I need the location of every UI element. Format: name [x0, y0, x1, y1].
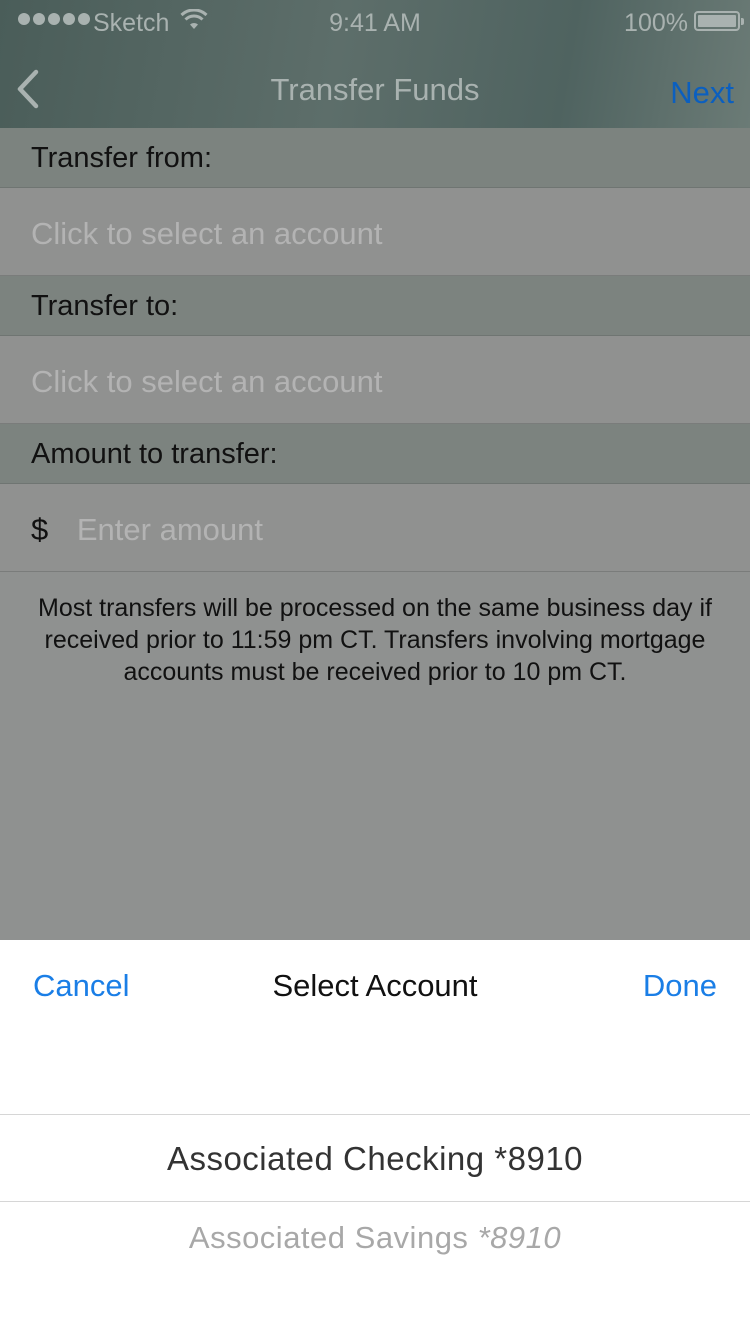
page-title: Transfer Funds — [270, 72, 480, 107]
transfer-from-header: Transfer from: — [0, 128, 750, 188]
transfer-from-placeholder: Click to select an account — [31, 216, 383, 251]
option-name: Associated Checking — [166, 1140, 485, 1177]
battery-percentage: 100% — [624, 9, 688, 37]
picker-option-checking[interactable]: Associated Checking *8910 — [0, 1140, 750, 1178]
transfer-from-selector[interactable]: Click to select an account — [0, 188, 750, 276]
transfer-to-label: Transfer to: — [31, 290, 179, 322]
status-bar: Sketch 9:41 AM 100% — [0, 0, 750, 44]
amount-input-placeholder: Enter amount — [76, 512, 263, 547]
done-button[interactable]: Done — [643, 968, 717, 1004]
option-number: *8910 — [494, 1140, 584, 1177]
header: Sketch 9:41 AM 100% Transfer Funds Next — [0, 0, 750, 128]
picker-selection-top-line — [0, 1114, 750, 1115]
option-number: *8910 — [477, 1220, 562, 1255]
amount-label: Amount to transfer: — [31, 438, 278, 470]
transfer-to-placeholder: Click to select an account — [31, 364, 383, 399]
picker-option-savings[interactable]: Associated Savings *8910 — [0, 1220, 750, 1256]
picker-selection-bottom-line — [0, 1201, 750, 1202]
transfer-to-header: Transfer to: — [0, 276, 750, 336]
battery-icon — [694, 11, 744, 31]
transfer-notice: Most transfers will be processed on the … — [38, 594, 712, 686]
picker-title: Select Account — [272, 968, 478, 1003]
option-name: Associated Savings — [188, 1220, 469, 1255]
amount-field[interactable]: $ Enter amount — [0, 484, 750, 572]
amount-header: Amount to transfer: — [0, 424, 750, 484]
currency-symbol: $ — [31, 512, 49, 547]
next-button[interactable]: Next — [670, 75, 734, 111]
transfer-from-label: Transfer from: — [31, 142, 213, 174]
transfer-to-selector[interactable]: Click to select an account — [0, 336, 750, 424]
account-picker-sheet: Cancel Select Account Done Associated Ch… — [0, 940, 750, 1334]
